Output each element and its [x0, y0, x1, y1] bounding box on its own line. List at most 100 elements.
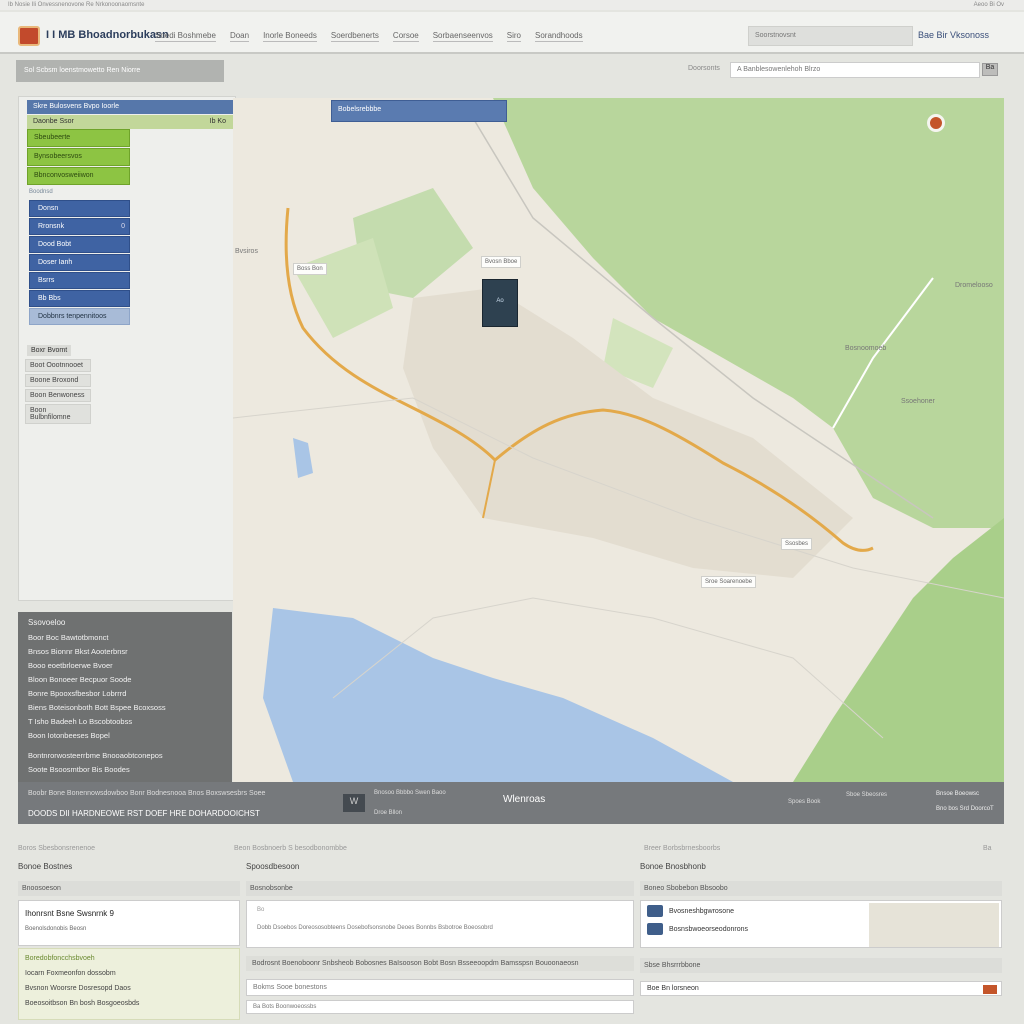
card-subtitle: Sbse Bhsrrrbbone [640, 958, 1002, 973]
layer-item[interactable]: Sbeubeerte [27, 129, 130, 147]
related-card: Bonoe Bnosbhonb Boneo Sbobebon Bbsoobo B… [640, 862, 1002, 1024]
map-marker[interactable]: Ao [482, 279, 518, 327]
related-item-label: Bosnsbwoeorseodonrons [669, 925, 748, 933]
option-item[interactable]: Boon Benwoness [25, 389, 91, 402]
layer-list: Sbeubeerte Bynsobeersvos Bbnconvosweiiwo… [27, 129, 130, 186]
map-callout[interactable]: Sroe Soarenoebe [701, 576, 757, 588]
nav-item[interactable]: Corsoe [392, 31, 419, 42]
info-line: Bnsos Bionnr Bkst Aooterbnsr [28, 647, 128, 656]
location-input[interactable]: A Banblesowenlehoh Blrzo [730, 62, 980, 78]
header-search-input[interactable]: Soorstnovsnt [748, 26, 913, 46]
panel-header[interactable]: Skre Bulosvens Bvpo Ioorle [27, 100, 234, 114]
detail-line[interactable]: Boredobfoncchsbvoeh [25, 955, 233, 962]
description-row: Bodrosnt Boenoboonr Snbsheob Bobosnes Ba… [246, 956, 634, 971]
category-item[interactable]: Donsn [29, 200, 130, 217]
nav-item[interactable]: Sorbaenseenvos [432, 31, 493, 42]
category-indicator: 0 [121, 223, 125, 230]
option-item[interactable]: Boot Oootnnooet [25, 359, 91, 372]
category-label: Rronsnk [38, 223, 65, 230]
forest-area-se [793, 518, 1004, 782]
detail-line: Iocarn Foxmeonfon dossobm [25, 970, 116, 977]
status-info: Bno bos Srd DoorcoT [936, 806, 994, 812]
section-label: Breer Borbsbrnesboorbs [644, 845, 721, 852]
category-item[interactable]: Dobbnrs tenpennitoos [29, 308, 130, 325]
options-list: Boot Oootnnooet Boone Broxond Boon Benwo… [25, 359, 91, 426]
nav-item[interactable]: Inorle Boneeds [263, 31, 317, 42]
category-item[interactable]: Bb Bbs [29, 290, 130, 307]
top-strip-right[interactable]: Aeoo Bi Ov [974, 2, 1004, 8]
map-label: Bosnoomoeb [845, 345, 887, 352]
description-field[interactable]: Ba Bots Boonwoeossbs [246, 1000, 634, 1014]
breadcrumb[interactable]: Sol Scbsm loenstmowetto Ren Niorre [16, 60, 224, 82]
info-line: Boor Boc Bawtotbmonct [28, 633, 109, 642]
main-nav: Soedi Boshmebe Doan Inorle Boneeds Soerd… [155, 31, 583, 42]
toolbar-label: Doorsonts [688, 65, 720, 72]
map-tab[interactable]: Bobelsrebbbe [331, 100, 507, 122]
card-title: Bonoe Bostnes [18, 862, 73, 871]
map-callout[interactable]: Ssosbes [781, 538, 813, 550]
description-field[interactable]: Bokms Sooe bonestons [246, 979, 634, 996]
category-item[interactable]: Doser Ianh [29, 254, 130, 271]
top-strip: Ib Nosie Ili Onvessnenovone Re Nrkonoona… [0, 0, 1024, 10]
map-view[interactable]: Bobelsrebbbe Ao Bvsiros Dromelooso Bosno… [233, 98, 1004, 782]
section-label[interactable]: Ba [983, 845, 992, 852]
status-info: Spoes Book [788, 799, 821, 805]
info-line: T Isho Badeeh Lo Bscobtoobss [28, 717, 133, 726]
footer-label: Boe Bn lorsneon [647, 985, 699, 992]
app-logo-icon[interactable] [18, 26, 40, 46]
mini-map[interactable] [869, 903, 999, 947]
info-panel-title: Ssovoeloo [28, 618, 66, 627]
section-label: Beon Bosbnoerb S besodbonombbe [234, 845, 347, 852]
results-card: Bonoe Bostnes Bnoosoeson Ihonrsnt Bsne S… [18, 862, 240, 1024]
nav-item[interactable]: Soerdbenerts [330, 31, 379, 42]
nav-item[interactable]: Sorandhoods [535, 31, 583, 42]
panel-subheader[interactable]: Daonbe Ssor Ib Ko [27, 115, 234, 129]
status-center[interactable]: Wlenroas [503, 794, 545, 805]
thumbnail-icon [647, 905, 663, 917]
layer-item[interactable]: Bbnconvosweiiwon [27, 167, 130, 185]
related-item-label: Bvosneshbgwrosone [669, 907, 734, 915]
description-text: Dobb Dsoebos Doreososobteens Dosebofsons… [257, 925, 493, 931]
status-info: Sboe Sbeosres [846, 792, 888, 798]
category-item[interactable]: Dood Bobt [29, 236, 130, 253]
description-box[interactable]: Bo Dobb Dsoebos Doreososobteens Dosebofs… [246, 900, 634, 948]
pond [293, 438, 313, 478]
lake [263, 608, 733, 782]
card-subtitle: Boneo Sbobebon Bbsoobo [640, 881, 1002, 896]
option-item[interactable]: Boone Broxond [25, 374, 91, 387]
nav-item[interactable]: Doan [229, 31, 250, 42]
status-info: Bnsoe Boeowsc [936, 791, 980, 797]
status-bar: Boobr Bone Bonennowsdowboo Bonr Bodnesno… [18, 782, 1004, 824]
card-title: Spoosdbesoon [246, 862, 300, 871]
header-links[interactable]: Bae Bir Vksonoss [918, 30, 989, 40]
map-callout[interactable]: Bvosn Bboe [481, 256, 522, 268]
related-footer[interactable]: Boe Bn lorsneon [640, 981, 1002, 996]
nav-item[interactable]: Soedi Boshmebe [155, 31, 216, 42]
toolbar: Sol Scbsm loenstmowetto Ren Niorre Doors… [16, 60, 1006, 82]
map-callout[interactable]: Boss Bon [293, 263, 327, 275]
go-button[interactable]: Ba [982, 63, 998, 76]
result-subtitle: Boenolsdonobis Beosn [25, 926, 87, 932]
map-label: Bvsiros [235, 248, 258, 255]
category-item[interactable]: Rronsnk 0 [29, 218, 130, 235]
category-label: Donsn [38, 205, 59, 212]
status-info: Droe Bllon [374, 810, 403, 816]
category-item[interactable]: Bsrrs [29, 272, 130, 289]
card-subtitle: Bnoosoeson [18, 881, 240, 896]
layer-item[interactable]: Bynsobeersvos [27, 148, 130, 166]
result-item[interactable]: Ihonrsnt Bsne Swsnrnk 9 Boenolsdonobis B… [18, 900, 240, 946]
w-icon[interactable]: W [343, 794, 365, 812]
app-title[interactable]: I I MB Bhoadnorbukasn [46, 29, 169, 41]
options-heading: Boxr Bvomt [27, 345, 72, 356]
map-canvas[interactable] [233, 98, 1004, 782]
detail-line: Bvsnon Woorsre Dosresopd Daos [25, 985, 131, 992]
info-line: Soote Bsoosmtbor Bis Boodes [28, 765, 130, 774]
nav-item[interactable]: Siro [506, 31, 521, 42]
tag-icon [983, 985, 997, 994]
top-strip-text: Ib Nosie Ili Onvessnenovone Re Nrkonoona… [8, 2, 145, 8]
option-item[interactable]: Boon Bulbnfilomne [25, 404, 91, 424]
location-pin-icon[interactable] [927, 114, 945, 132]
left-panel: Skre Bulosvens Bvpo Ioorle Daonbe Ssor I… [18, 96, 236, 601]
info-line: Booo eoetbrloerwe Bvoer [28, 661, 113, 670]
status-line: Boobr Bone Bonennowsdowboo Bonr Bodnesno… [28, 790, 266, 797]
